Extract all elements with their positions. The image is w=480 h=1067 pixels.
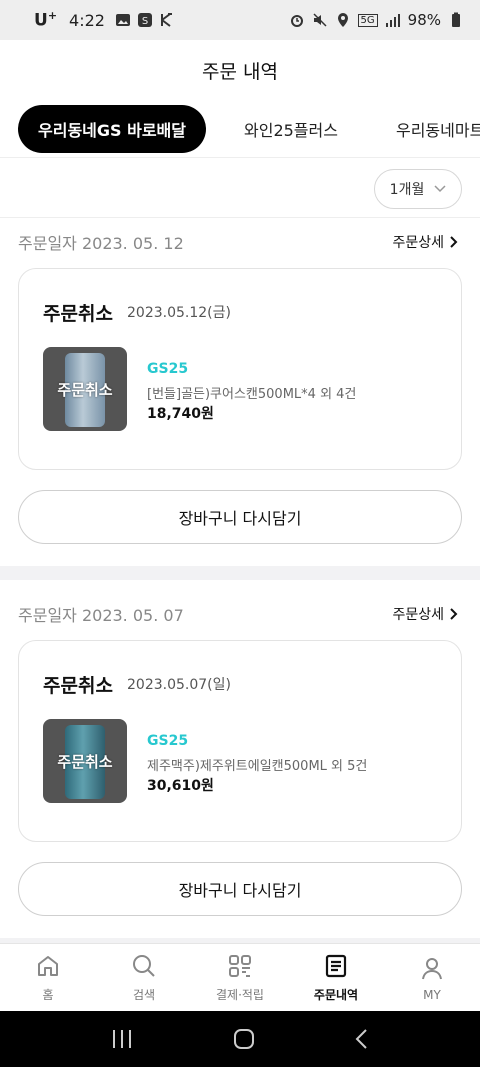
page-header: 주문 내역 [0, 40, 480, 100]
signal-icon [385, 14, 400, 27]
app-k-icon [160, 13, 172, 27]
battery-percent: 98% [407, 11, 441, 29]
nav-my[interactable]: MY [384, 944, 480, 1011]
nav-payment-label: 결제·적립 [216, 988, 264, 1002]
nav-orders-label: 주문내역 [313, 988, 359, 1002]
nav-home-label: 홈 [42, 988, 54, 1002]
page-title: 주문 내역 [202, 60, 278, 83]
user-icon [422, 957, 442, 979]
status-bar: U+ 4:22 S 5G 98% [0, 0, 480, 40]
add-to-cart-again-button[interactable]: 장바구니 다시담기 [18, 490, 462, 544]
order-section: 주문일자 2023. 05. 12 주문상세 주문취소 2023.05.12(금… [0, 218, 480, 544]
order-list-icon [325, 954, 347, 978]
section-divider [0, 566, 480, 580]
tab-gs-delivery[interactable]: 우리동네GS 바로배달 [18, 104, 206, 153]
order-detail-link[interactable]: 주문상세 [392, 232, 458, 252]
nav-search[interactable]: 검색 [96, 944, 192, 1011]
order-date: 2023.05.12(금) [127, 305, 231, 321]
mute-icon [313, 13, 327, 27]
alarm-icon [290, 15, 303, 27]
order-price: 30,610원 [147, 778, 214, 794]
tab-wine25plus[interactable]: 와인25플러스 [224, 105, 358, 153]
order-card[interactable]: 주문취소 2023.05.12(금) 주문취소 GS25 [번들]골든)쿠어스캔… [18, 268, 462, 470]
order-detail-link[interactable]: 주문상세 [392, 604, 458, 624]
store-name: GS25 [147, 361, 189, 377]
grid-pay-icon [229, 955, 251, 977]
chevron-right-icon [450, 608, 458, 620]
thumbnail-status-overlay: 주문취소 [57, 380, 113, 399]
order-price: 18,740원 [147, 406, 214, 422]
carrier-label: U+ [34, 9, 58, 31]
network-type: 5G [357, 13, 378, 27]
order-status: 주문취소 [43, 675, 113, 697]
system-navigation-bar [0, 1011, 480, 1067]
product-name: [번들]골든)쿠어스캔500ML*4 외 4건 [147, 387, 357, 402]
add-to-cart-again-button[interactable]: 장바구니 다시담기 [18, 862, 462, 916]
product-name: 제주맥주)제주위트에일캔500ML 외 5건 [147, 759, 368, 774]
chevron-right-icon [450, 236, 458, 248]
nav-my-label: MY [423, 987, 441, 1002]
tab-neighborhood-mart[interactable]: 우리동네마트 사전 [376, 105, 480, 153]
order-section: 주문일자 2023. 05. 07 주문상세 주문취소 2023.05.07(일… [0, 590, 480, 916]
nav-orders[interactable]: 주문내역 [288, 944, 384, 1011]
order-status: 주문취소 [43, 303, 113, 325]
chevron-down-icon [434, 185, 446, 193]
svg-text:S: S [142, 16, 148, 27]
product-thumbnail: 주문취소 [43, 347, 127, 431]
battery-icon [452, 12, 460, 27]
home-icon [38, 956, 58, 976]
period-filter-select[interactable]: 1개월 [374, 169, 462, 209]
store-name: GS25 [147, 733, 189, 749]
gallery-icon [115, 14, 130, 26]
period-label: 1개월 [389, 182, 425, 198]
nav-home[interactable]: 홈 [0, 944, 96, 1011]
thumbnail-status-overlay: 주문취소 [57, 752, 113, 771]
order-date: 2023.05.07(일) [127, 677, 231, 693]
recent-apps-icon[interactable] [110, 1028, 134, 1050]
nav-search-label: 검색 [132, 988, 156, 1002]
search-icon [133, 955, 155, 977]
service-tabs: 우리동네GS 바로배달 와인25플러스 우리동네마트 사전 [0, 100, 480, 158]
filter-row: 1개월 [0, 160, 480, 218]
home-button-icon[interactable] [233, 1028, 255, 1050]
nav-payment[interactable]: 결제·적립 [192, 944, 288, 1011]
order-card[interactable]: 주문취소 2023.05.07(일) 주문취소 GS25 제주맥주)제주위트에일… [18, 640, 462, 842]
app-s-icon: S [137, 13, 152, 27]
order-date-label: 주문일자 2023. 05. 07 [18, 606, 184, 625]
bottom-navigation: 홈 검색 결제·적립 주문내역 MY [0, 943, 480, 1011]
clock: 4:22 [69, 10, 105, 30]
location-icon [337, 13, 348, 27]
order-date-label: 주문일자 2023. 05. 12 [18, 234, 184, 253]
back-icon[interactable] [354, 1028, 370, 1050]
product-thumbnail: 주문취소 [43, 719, 127, 803]
